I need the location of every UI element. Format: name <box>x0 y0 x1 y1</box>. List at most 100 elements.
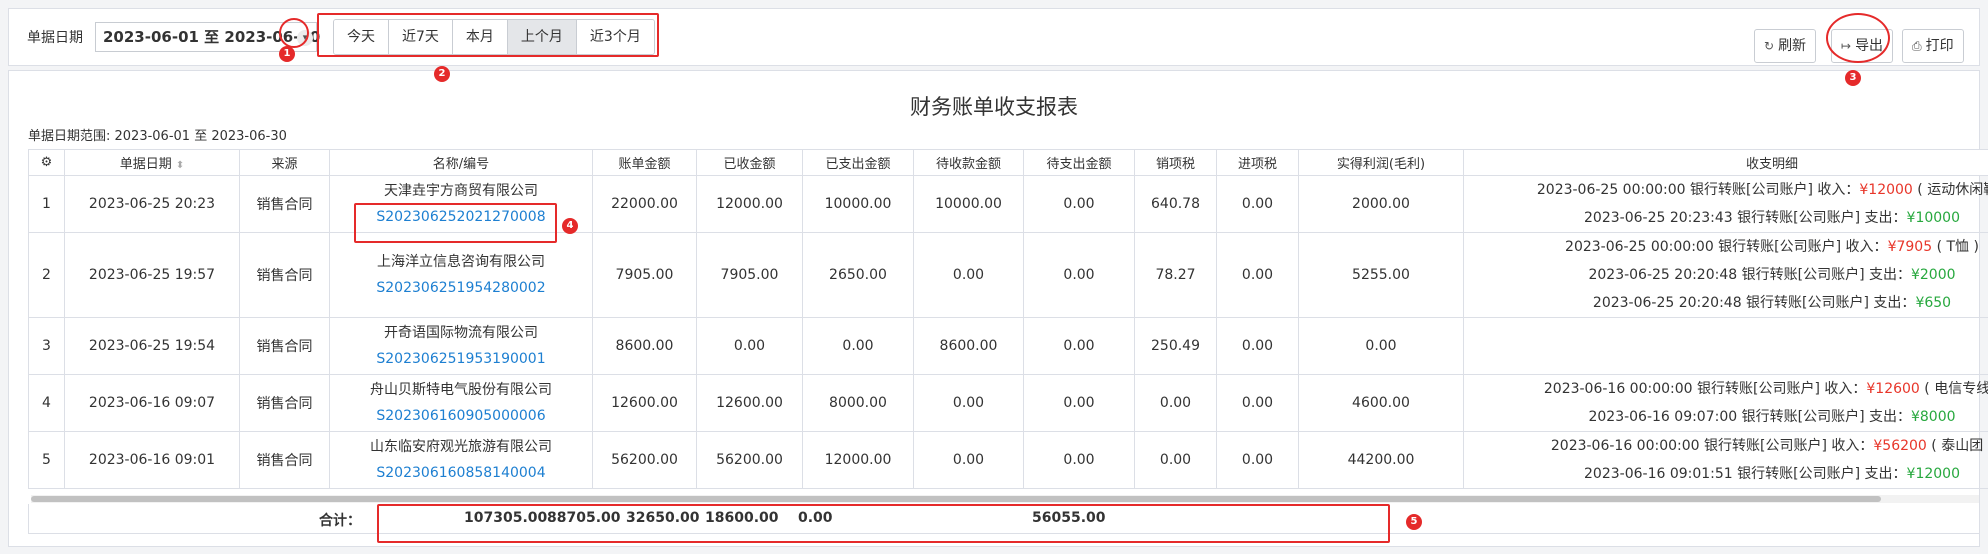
table-row[interactable]: 3 2023-06-25 19:54 销售合同 开奇语国际物流有限公司 S2023062… <box>28 317 1988 375</box>
row-to-receive: 0.00 <box>913 232 1024 318</box>
order-code-link[interactable]: S202306160858140004 <box>331 460 592 486</box>
detail-line: 2023-06-16 09:07:00 银行转账[公司账户] 支出：¥8000 <box>1465 403 1988 431</box>
date-label: 单据日期 <box>27 30 83 46</box>
annotation-circle-export <box>1826 13 1890 63</box>
detail-prefix: 2023-06-25 20:23:43 银行转账[公司账户] 支出： <box>1584 210 1907 226</box>
company-name: 开奇语国际物流有限公司 <box>384 325 538 341</box>
detail-amount: ¥12000 <box>1859 182 1913 198</box>
row-to-receive: 8600.00 <box>913 317 1024 375</box>
detail-amount: ¥12600 <box>1866 381 1920 397</box>
row-profit: 2000.00 <box>1298 175 1464 233</box>
row-output-tax: 640.78 <box>1134 175 1217 233</box>
report-panel: 财务账单收支报表 单据日期范围: 2023-06-01 至 2023-06-30… <box>8 70 1988 547</box>
annotation-badge-1: 1 <box>279 46 295 62</box>
detail-note: ( 运动休闲鞋 ) <box>1917 182 1988 198</box>
table-header: ⚙ 单据日期 ⬍ 来源 名称/编号 账单金额 已收金额 已支出金额 待收款金额 … <box>28 149 1988 176</box>
row-profit: 5255.00 <box>1298 232 1464 318</box>
column-header-to-pay: 待支出金额 <box>1023 149 1135 176</box>
row-bill: 8600.00 <box>592 317 697 375</box>
column-header-received: 已收金额 <box>696 149 803 176</box>
order-code-link[interactable]: S202306251954280002 <box>331 275 592 301</box>
row-details: 2023-06-25 00:00:00 银行转账[公司账户] 收入：¥7905 … <box>1463 232 1988 318</box>
column-header-date[interactable]: 单据日期 ⬍ <box>64 149 240 176</box>
column-header-to-receive: 待收款金额 <box>913 149 1024 176</box>
row-output-tax: 0.00 <box>1134 431 1217 489</box>
table-row[interactable]: 5 2023-06-16 09:01 销售合同 山东临安府观光旅游有限公司 S20230… <box>28 431 1988 489</box>
row-source: 销售合同 <box>239 175 330 233</box>
row-paid: 0.00 <box>802 317 914 375</box>
row-to-receive: 0.00 <box>913 431 1024 489</box>
date-range-text: 单据日期范围: 2023-06-01 至 2023-06-30 <box>28 129 287 144</box>
row-date: 2023-06-16 09:01 <box>64 431 240 489</box>
report-table: ⚙ 单据日期 ⬍ 来源 名称/编号 账单金额 已收金额 已支出金额 待收款金额 … <box>28 149 1988 489</box>
row-received: 7905.00 <box>696 232 803 318</box>
detail-prefix: 2023-06-16 09:07:00 银行转账[公司账户] 支出： <box>1588 409 1911 425</box>
row-to-pay: 0.00 <box>1023 232 1135 318</box>
detail-amount: ¥10000 <box>1906 210 1960 226</box>
row-input-tax: 0.00 <box>1216 175 1299 233</box>
detail-amount: ¥2000 <box>1910 267 1956 283</box>
detail-line: 2023-06-25 20:20:48 银行转账[公司账户] 支出：¥650 <box>1465 289 1988 317</box>
row-output-tax: 78.27 <box>1134 232 1217 318</box>
row-details: 2023-06-25 00:00:00 银行转账[公司账户] 收入：¥12000… <box>1463 175 1988 233</box>
detail-prefix: 2023-06-25 20:20:48 银行转账[公司账户] 支出： <box>1592 295 1916 311</box>
column-header-paid: 已支出金额 <box>802 149 914 176</box>
scrollbar-thumb[interactable] <box>31 496 1881 502</box>
row-received: 0.00 <box>696 317 803 375</box>
refresh-label: 刷新 <box>1778 38 1807 54</box>
row-source: 销售合同 <box>239 232 330 318</box>
row-name-cell: 上海洋立信息咨询有限公司 S202306251954280002 <box>329 232 593 318</box>
order-code-link[interactable]: S202306160905000006 <box>331 403 592 429</box>
row-name-cell: 舟山贝斯特电气股份有限公司 S202306160905000006 <box>329 374 593 432</box>
row-date: 2023-06-25 19:57 <box>64 232 240 318</box>
row-to-pay: 0.00 <box>1023 317 1135 375</box>
detail-line: 2023-06-16 00:00:00 银行转账[公司账户] 收入：¥12600… <box>1465 376 1988 404</box>
detail-line: 2023-06-25 20:23:43 银行转账[公司账户] 支出：¥10000 <box>1465 204 1988 232</box>
report-title: 财务账单收支报表 <box>910 95 1078 119</box>
company-name: 舟山贝斯特电气股份有限公司 <box>370 382 552 398</box>
print-button[interactable]: ⎙ 打印 <box>1902 29 1964 63</box>
table-row[interactable]: 2 2023-06-25 19:57 销售合同 上海洋立信息咨询有限公司 S202306… <box>28 232 1988 318</box>
order-code-link[interactable]: S202306251953190001 <box>331 346 592 372</box>
company-name: 天津垚宇方商贸有限公司 <box>384 183 538 199</box>
column-header-output-tax: 销项税 <box>1134 149 1217 176</box>
row-bill: 56200.00 <box>592 431 697 489</box>
row-input-tax: 0.00 <box>1216 374 1299 432</box>
detail-prefix: 2023-06-25 00:00:00 银行转账[公司账户] 收入： <box>1536 182 1860 198</box>
column-header-details: 收支明细 <box>1463 149 1988 176</box>
annotation-box-totals <box>377 504 1390 543</box>
row-to-receive: 10000.00 <box>913 175 1024 233</box>
table-row[interactable]: 1 2023-06-25 20:23 销售合同 天津垚宇方商贸有限公司 S2023062… <box>28 175 1988 233</box>
refresh-button[interactable]: ↻ 刷新 <box>1754 29 1817 63</box>
row-profit: 44200.00 <box>1298 431 1464 489</box>
horizontal-scrollbar[interactable] <box>31 495 1979 503</box>
gear-icon[interactable]: ⚙ <box>28 149 65 176</box>
column-header-bill: 账单金额 <box>592 149 697 176</box>
row-input-tax: 0.00 <box>1216 232 1299 318</box>
print-label: 打印 <box>1925 38 1954 54</box>
detail-prefix: 2023-06-25 20:20:48 银行转账[公司账户] 支出： <box>1588 267 1911 283</box>
row-bill: 7905.00 <box>592 232 697 318</box>
row-index: 2 <box>28 232 65 318</box>
column-header-input-tax: 进项税 <box>1216 149 1299 176</box>
row-source: 销售合同 <box>239 317 330 375</box>
row-to-pay: 0.00 <box>1023 431 1135 489</box>
row-bill: 22000.00 <box>592 175 697 233</box>
detail-prefix: 2023-06-25 00:00:00 银行转账[公司账户] 收入： <box>1565 239 1888 255</box>
sort-icon[interactable]: ⬍ <box>176 160 184 171</box>
row-source: 销售合同 <box>239 431 330 489</box>
annotation-badge-4: 4 <box>562 218 578 234</box>
table-row[interactable]: 4 2023-06-16 09:07 销售合同 舟山贝斯特电气股份有限公司 S20230… <box>28 374 1988 432</box>
detail-note: ( 泰山团 ) <box>1931 438 1988 454</box>
row-date: 2023-06-16 09:07 <box>64 374 240 432</box>
detail-amount: ¥7905 <box>1887 239 1933 255</box>
detail-prefix: 2023-06-16 00:00:00 银行转账[公司账户] 收入： <box>1550 438 1874 454</box>
annotation-box-ranges <box>317 13 659 57</box>
row-bill: 12600.00 <box>592 374 697 432</box>
annotation-badge-3: 3 <box>1845 70 1861 86</box>
detail-note: ( 电信专线 ) <box>1924 381 1988 397</box>
row-source: 销售合同 <box>239 374 330 432</box>
row-details: 2023-06-16 00:00:00 银行转账[公司账户] 收入：¥12600… <box>1463 374 1988 432</box>
detail-line: 2023-06-25 00:00:00 银行转账[公司账户] 收入：¥12000… <box>1465 177 1988 205</box>
row-paid: 8000.00 <box>802 374 914 432</box>
